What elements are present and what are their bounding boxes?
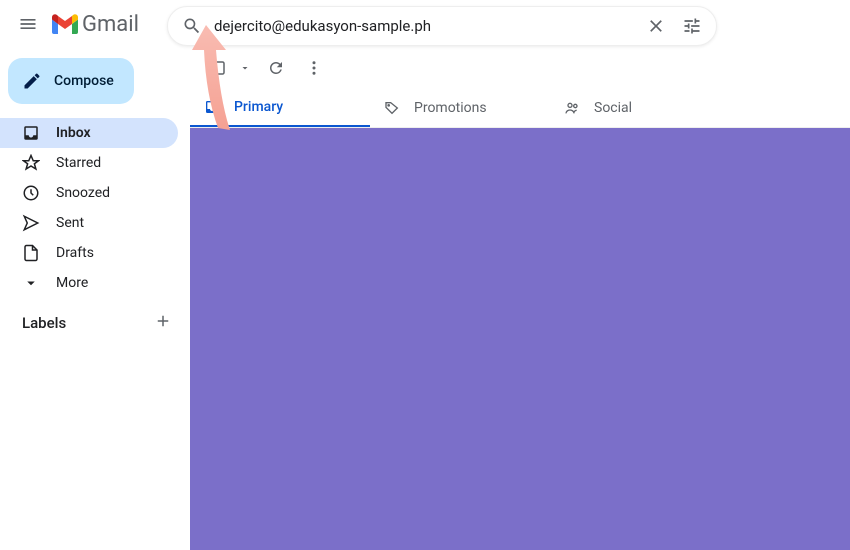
more-vert-icon: [305, 59, 323, 77]
category-tabs: Primary Promotions Social: [190, 88, 850, 128]
more-actions-button[interactable]: [298, 52, 330, 84]
tune-icon: [682, 16, 702, 36]
nav-more[interactable]: More: [0, 268, 178, 298]
tab-social[interactable]: Social: [550, 88, 730, 127]
content-area: Primary Promotions Social: [190, 48, 850, 550]
sidebar: Compose Inbox Starred Snoozed Sent Draft…: [0, 48, 190, 550]
nav-snoozed[interactable]: Snoozed: [0, 178, 178, 208]
select-all-checkbox[interactable]: [202, 52, 234, 84]
close-icon: [646, 16, 666, 36]
select-all-group: [202, 52, 254, 84]
tab-label: Primary: [234, 99, 283, 115]
tab-primary[interactable]: Primary: [190, 88, 370, 127]
nav-list: Inbox Starred Snoozed Sent Drafts More: [0, 118, 190, 298]
mail-toolbar: [190, 48, 850, 88]
app-name: Gmail: [82, 12, 139, 37]
search-bar: [167, 6, 717, 46]
app-header: Gmail: [0, 0, 850, 48]
caret-down-icon: [239, 62, 251, 74]
nav-label: Snoozed: [56, 185, 110, 201]
search-options-button[interactable]: [674, 8, 710, 44]
refresh-button[interactable]: [260, 52, 292, 84]
plus-icon: [154, 312, 172, 330]
star-icon: [22, 154, 40, 172]
menu-button[interactable]: [8, 4, 48, 44]
tab-promotions[interactable]: Promotions: [370, 88, 550, 127]
search-button[interactable]: [174, 8, 210, 44]
tag-icon: [384, 100, 400, 116]
inbox-icon: [22, 124, 40, 142]
search-input[interactable]: [210, 17, 638, 35]
refresh-icon: [267, 59, 285, 77]
mail-list-area[interactable]: [190, 128, 850, 550]
nav-drafts[interactable]: Drafts: [0, 238, 178, 268]
nav-label: Starred: [56, 155, 101, 171]
gmail-logo-icon: [52, 14, 78, 34]
clear-search-button[interactable]: [638, 8, 674, 44]
tab-label: Social: [594, 100, 632, 116]
labels-section: Labels: [0, 298, 190, 334]
logo[interactable]: Gmail: [52, 12, 139, 37]
inbox-tab-icon: [204, 99, 220, 115]
nav-starred[interactable]: Starred: [0, 148, 178, 178]
nav-label: Drafts: [56, 245, 94, 261]
nav-label: More: [56, 275, 88, 291]
nav-sent[interactable]: Sent: [0, 208, 178, 238]
nav-label: Inbox: [56, 125, 91, 141]
select-dropdown[interactable]: [236, 52, 254, 84]
main-layout: Compose Inbox Starred Snoozed Sent Draft…: [0, 48, 850, 550]
clock-icon: [22, 184, 40, 202]
add-label-button[interactable]: [154, 312, 172, 334]
people-icon: [564, 100, 580, 116]
nav-label: Sent: [56, 215, 84, 231]
nav-inbox[interactable]: Inbox: [0, 118, 178, 148]
chevron-down-icon: [22, 274, 40, 292]
pencil-icon: [22, 71, 42, 91]
search-icon: [182, 16, 202, 36]
tab-label: Promotions: [414, 100, 487, 116]
hamburger-icon: [18, 14, 38, 34]
send-icon: [22, 214, 40, 232]
file-icon: [22, 244, 40, 262]
compose-button[interactable]: Compose: [8, 58, 134, 104]
compose-label: Compose: [54, 73, 114, 89]
checkbox-icon: [209, 59, 227, 77]
labels-title: Labels: [22, 314, 66, 332]
